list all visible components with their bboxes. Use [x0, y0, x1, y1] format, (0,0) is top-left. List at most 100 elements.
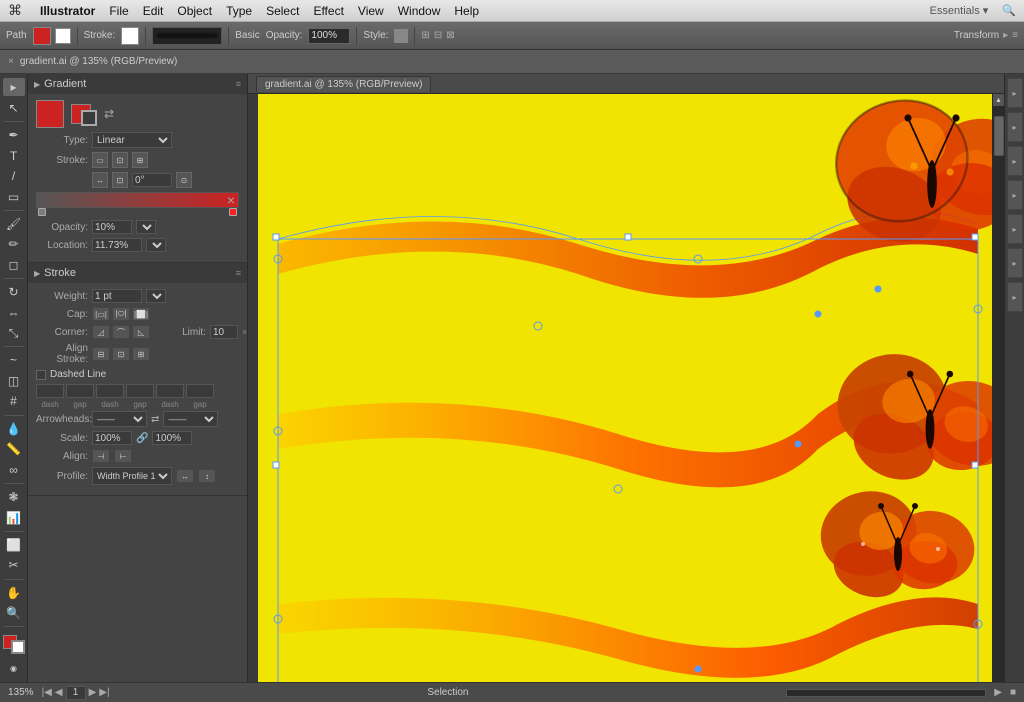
reverse-gradient-btn[interactable]: ↔	[92, 172, 108, 188]
panel-menu-icon[interactable]: ≡	[1012, 30, 1018, 41]
align-inside-stroke-btn[interactable]: ⊡	[112, 347, 130, 361]
gradient-angle-input[interactable]	[132, 173, 172, 187]
opacity-input[interactable]	[308, 28, 350, 44]
dash-2-input[interactable]	[96, 384, 124, 398]
menu-file[interactable]: File	[109, 4, 128, 18]
flip-profile-btn[interactable]: ↔	[176, 469, 194, 483]
fill-stroke-switcher[interactable]	[3, 635, 25, 653]
filename-tab[interactable]: gradient.ai @ 135% (RGB/Preview)	[20, 56, 177, 67]
gradient-stroke-btn3[interactable]: ⊞	[132, 152, 148, 168]
mesh-tool[interactable]: #	[3, 392, 25, 410]
rotate-tool[interactable]: ↻	[3, 283, 25, 301]
swap-colors-icon[interactable]: ⇄	[104, 107, 114, 121]
dashed-line-checkbox[interactable]	[36, 370, 46, 380]
gradient-panel-header[interactable]: ▶ Gradient ≡	[28, 74, 247, 94]
right-panel-btn-4[interactable]: ▸	[1007, 180, 1023, 210]
line-tool[interactable]: /	[3, 167, 25, 185]
gradient-stroke-btn2[interactable]: ⊡	[112, 152, 128, 168]
fill-color-swatch[interactable]	[36, 100, 64, 128]
gradient-opacity-input[interactable]	[92, 220, 132, 234]
right-panel-btn-2[interactable]: ▸	[1007, 112, 1023, 142]
flip-profile-v-btn[interactable]: ↕	[198, 469, 216, 483]
round-corner-btn[interactable]: ⌒	[112, 325, 130, 339]
miter-corner-btn[interactable]: ◿	[92, 325, 110, 339]
stroke-weight-input[interactable]	[92, 289, 142, 303]
right-panel-btn-6[interactable]: ▸	[1007, 248, 1023, 278]
gradient-stroke-btn1[interactable]: ▭	[92, 152, 108, 168]
flip-gradient-btn[interactable]: ⊡	[112, 172, 128, 188]
menu-select[interactable]: Select	[266, 4, 299, 18]
style-swatch[interactable]	[394, 29, 408, 43]
scroll-thumb[interactable]	[994, 116, 1004, 156]
warp-tool[interactable]: ~	[3, 351, 25, 369]
menu-type[interactable]: Type	[226, 4, 252, 18]
menu-effect[interactable]: Effect	[313, 4, 343, 18]
arrowhead-end-select[interactable]: ——	[163, 411, 218, 427]
profile-select[interactable]: Width Profile 1 Uniform	[92, 467, 172, 485]
stroke-swatch-tool[interactable]	[11, 640, 25, 654]
gradient-location-input[interactable]	[92, 238, 142, 252]
scale-end-input[interactable]	[152, 431, 192, 445]
square-cap-btn[interactable]: |⬜|	[132, 307, 150, 321]
gradient-icon-btn[interactable]: ⊙	[176, 172, 192, 188]
stroke-weight-unit[interactable]: pt	[146, 289, 166, 303]
menu-edit[interactable]: Edit	[143, 4, 164, 18]
play-btn[interactable]: ▶	[994, 687, 1002, 698]
rectangle-tool[interactable]: ▭	[3, 187, 25, 205]
selection-tool[interactable]: ▸	[3, 78, 25, 96]
stroke-preview[interactable]	[152, 27, 222, 45]
search-icon[interactable]: 🔍	[1002, 4, 1016, 17]
stop-btn[interactable]: ■	[1010, 687, 1016, 698]
next-page-btn[interactable]: ▶	[89, 687, 97, 698]
gap-2-input[interactable]	[126, 384, 154, 398]
page-input[interactable]	[66, 686, 86, 700]
scale-tool[interactable]: ⤡	[3, 324, 25, 342]
column-graph-tool[interactable]: 📊	[3, 508, 25, 526]
menu-help[interactable]: Help	[454, 4, 479, 18]
arrowhead-start-select[interactable]: ——	[92, 411, 147, 427]
gradient-opacity-unit[interactable]: %	[136, 220, 156, 234]
butt-cap-btn[interactable]: |▭|	[92, 307, 110, 321]
slice-tool[interactable]: ✂	[3, 556, 25, 574]
gradient-stop-right[interactable]	[229, 208, 237, 216]
delete-gradient-stop-btn[interactable]: ×	[227, 192, 235, 208]
gradient-tool[interactable]: ◫	[3, 372, 25, 390]
right-panel-btn-3[interactable]: ▸	[1007, 146, 1023, 176]
none-swatch[interactable]	[81, 110, 97, 126]
stroke-limit-input[interactable]	[210, 325, 238, 339]
first-page-btn[interactable]: |◀	[42, 687, 52, 698]
align-center-icon[interactable]: ⊟	[434, 30, 442, 41]
menu-window[interactable]: Window	[398, 4, 441, 18]
round-cap-btn[interactable]: |⬭|	[112, 307, 130, 321]
measure-tool[interactable]: 📏	[3, 440, 25, 458]
bevel-corner-btn[interactable]: ◺	[132, 325, 150, 339]
gap-1-input[interactable]	[66, 384, 94, 398]
eyedropper-tool[interactable]: 💧	[3, 419, 25, 437]
gradient-type-select[interactable]: Linear Radial	[92, 132, 172, 148]
align-endpoints-btn1[interactable]: ⊣	[92, 449, 110, 463]
pencil-tool[interactable]: ✏	[3, 235, 25, 253]
symbol-tool[interactable]: ❃	[3, 488, 25, 506]
pen-tool[interactable]: ✒	[3, 126, 25, 144]
menu-object[interactable]: Object	[177, 4, 212, 18]
right-panel-btn-5[interactable]: ▸	[1007, 214, 1023, 244]
arrowheads-swap-icon[interactable]: ⇄	[151, 414, 159, 425]
scroll-up-btn[interactable]: ▲	[993, 94, 1005, 106]
align-center-stroke-btn[interactable]: ⊟	[92, 347, 110, 361]
transform-icon[interactable]: ▸	[1003, 30, 1008, 41]
reflect-tool[interactable]: ⇔	[3, 303, 25, 321]
close-btn[interactable]: ×	[8, 56, 14, 67]
align-right-icon[interactable]: ⊠	[446, 30, 454, 41]
align-left-icon[interactable]: ⊞	[421, 30, 429, 41]
dash-3-input[interactable]	[156, 384, 184, 398]
scale-link-icon[interactable]: 🔗	[136, 433, 148, 444]
normal-mode-btn[interactable]: ◉	[3, 658, 25, 680]
menu-illustrator[interactable]: Illustrator	[40, 4, 95, 18]
right-panel-btn-1[interactable]: ▸	[1007, 78, 1023, 108]
gap-3-input[interactable]	[186, 384, 214, 398]
direct-selection-tool[interactable]: ↖	[3, 98, 25, 116]
last-page-btn[interactable]: ▶|	[99, 687, 109, 698]
stroke-swatch[interactable]	[55, 28, 71, 44]
zoom-tool[interactable]: 🔍	[3, 604, 25, 622]
prev-page-btn[interactable]: ◀	[55, 687, 63, 698]
